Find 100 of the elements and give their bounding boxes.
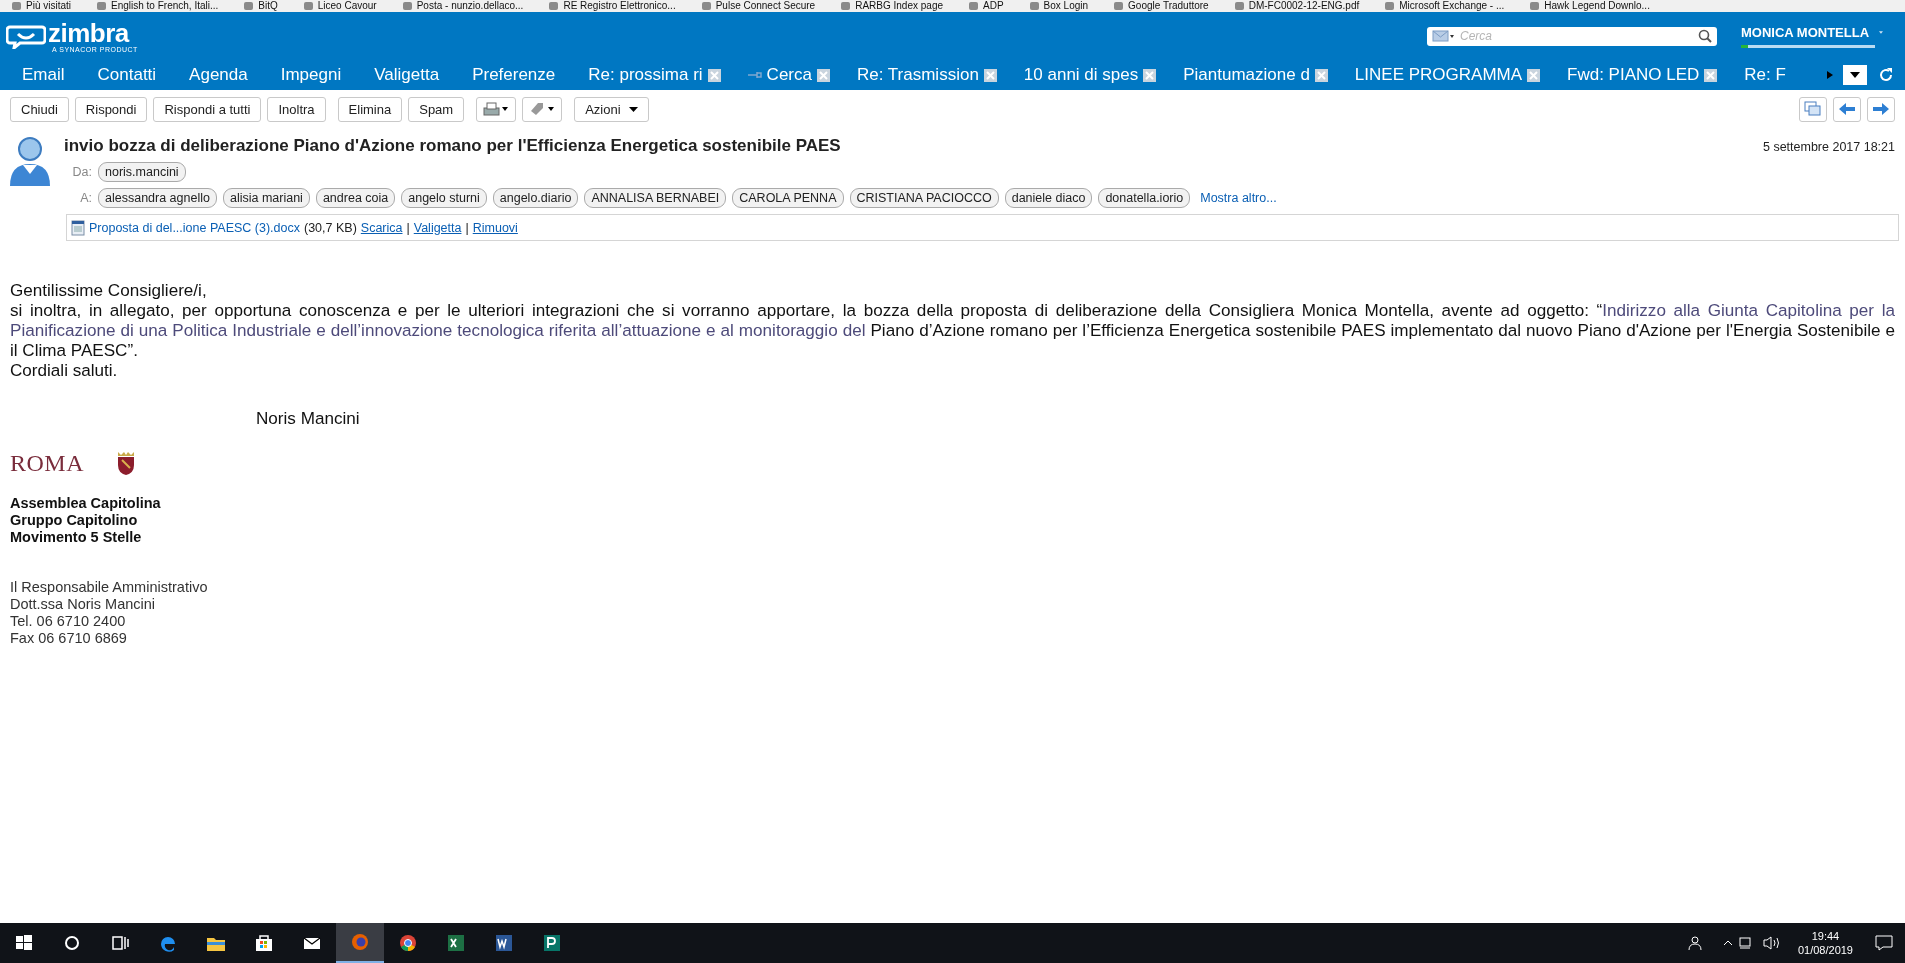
bookmark[interactable]: Liceo Cavour — [303, 0, 377, 12]
message-tab[interactable]: Fwd: PIANO LED — [1567, 65, 1700, 85]
message-tab[interactable]: LINEE PROGRAMMA — [1354, 65, 1523, 85]
close-icon[interactable] — [707, 68, 721, 82]
refresh-icon[interactable] — [1877, 66, 1895, 84]
bookmark[interactable]: Posta - nunzio.dellaco... — [402, 0, 524, 12]
crest-icon — [116, 450, 136, 476]
caret-icon[interactable] — [1879, 29, 1883, 35]
toolbar-button[interactable]: Rispondi a tutti — [153, 96, 262, 122]
windows-icon — [1804, 101, 1822, 117]
attachment-link[interactable]: Proposta di del...ione PAESC (3).docx — [89, 220, 300, 235]
close-icon[interactable] — [983, 68, 997, 82]
message-paragraph: si inoltra, in allegato, per opportuna conoscenza e per le ulteriori integrazioni che si vorranno apportare, la bozza della proposta di deliberazione della Consigliera Monica Montella, avente ad oggetto: “Indirizzo alla Giunta Capitolina per la Pianificazione di una Politica Industriale e dell’innovazione tecnologica riferita all’attuazione e al monitoraggio del Piano d’Azione romano per l’Efficienza Energetica sostenibile PAES implementato dal nuovo Piano d'Azione per l'Energia Sostenibile e il Clima PAESC”. — [10, 301, 1895, 361]
close-icon[interactable] — [1527, 68, 1541, 82]
attachment-size: (30,7 KB) — [304, 220, 357, 235]
tag-menu-button[interactable] — [522, 96, 563, 122]
show-more-link[interactable]: Mostra altro... — [1200, 191, 1277, 205]
recipient-chip[interactable]: CAROLA PENNA — [732, 188, 844, 208]
separator: | — [465, 220, 469, 235]
more-tabs-icon[interactable] — [1827, 71, 1833, 79]
signature-line: Il Responsabile Amministrativo — [10, 579, 209, 596]
close-icon[interactable] — [1143, 68, 1157, 82]
bookmark[interactable]: DM-FC0002-12-ENG.pdf — [1234, 0, 1360, 12]
separator: | — [406, 220, 410, 235]
roma-logo-text: ROMA — [10, 449, 84, 477]
app-tab[interactable]: Valigetta — [374, 65, 440, 85]
sender-chip[interactable]: noris.mancini — [98, 162, 186, 182]
attachment-action-link[interactable]: Scarica — [360, 220, 403, 235]
recipient-chip[interactable]: angelo sturni — [401, 188, 487, 208]
message-tab[interactable]: Re: prossima ri — [588, 65, 703, 85]
bookmark[interactable]: Pulse Connect Secure — [701, 0, 816, 12]
tab-menu-button[interactable] — [1843, 65, 1867, 85]
logo-text: zimbra — [48, 19, 130, 46]
bookmark[interactable]: Hawk Legend Downlo... — [1530, 0, 1650, 12]
actions-menu-button[interactable]: Azioni — [574, 96, 649, 122]
bookmark[interactable]: Google Traduttore — [1114, 0, 1209, 12]
document-icon — [71, 219, 85, 236]
close-icon[interactable] — [1704, 68, 1718, 82]
message-tab[interactable]: Re: F — [1744, 65, 1786, 85]
signature-line: Tel. 06 6710 2400 — [10, 613, 127, 630]
toolbar-button[interactable]: Inoltra — [267, 96, 326, 122]
attachment-action-link[interactable]: Rimuovi — [472, 220, 518, 235]
recipient-chip[interactable]: angelo.diario — [492, 188, 579, 208]
app-tab[interactable]: Contatti — [97, 65, 157, 85]
recipient-chip[interactable]: ANNALISA BERNABEI — [584, 188, 727, 208]
signature-line: Dott.ssa Noris Mancini — [10, 596, 157, 613]
bookmark[interactable]: BitQ — [244, 0, 278, 12]
bookmark[interactable]: Più visitati — [12, 0, 71, 12]
signer-name: Noris Mancini — [256, 409, 361, 429]
close-icon[interactable] — [1314, 68, 1328, 82]
message-tab[interactable]: Re: Trasmission — [856, 65, 979, 85]
caret-icon — [1850, 72, 1860, 78]
recipient-chip[interactable]: andrea coia — [315, 188, 396, 208]
recipient-chip[interactable]: alisia mariani — [222, 188, 310, 208]
right-arrow-icon — [1872, 102, 1890, 116]
caret-icon — [628, 106, 638, 112]
logo-icon — [6, 23, 46, 49]
search-box[interactable]: Cerca — [1427, 26, 1717, 46]
closing-text: Cordiali saluti. — [10, 361, 119, 381]
previous-button[interactable] — [1833, 96, 1861, 122]
tray-icons[interactable] — [1721, 935, 1782, 951]
envelope-icon — [1432, 30, 1454, 42]
app-tab[interactable]: Email — [22, 65, 65, 85]
toolbar-button[interactable]: Rispondi — [74, 96, 148, 122]
recipient-chip[interactable]: daniele diaco — [1004, 188, 1093, 208]
signature-line: Movimento 5 Stelle — [10, 529, 143, 546]
to-label: A: — [79, 191, 92, 205]
recipient-chip[interactable]: donatella.iorio — [1098, 188, 1191, 208]
app-tab[interactable]: Preferenze — [472, 65, 556, 85]
message-tab[interactable]: Cerca — [766, 65, 812, 85]
clock-date[interactable]: 01/08/2019 — [1797, 943, 1853, 957]
greeting-text: Gentilissime Consigliere/i, — [10, 281, 208, 301]
bookmark[interactable]: Microsoft Exchange - ... — [1385, 0, 1505, 12]
attachment-action-link[interactable]: Valigetta — [413, 220, 462, 235]
print-menu-button[interactable] — [476, 96, 517, 122]
next-button[interactable] — [1867, 96, 1895, 122]
toolbar-button[interactable]: Chiudi — [10, 96, 69, 122]
printer-icon — [483, 102, 510, 116]
user-name[interactable]: MONICA MONTELLA — [1741, 24, 1870, 40]
bookmark[interactable]: RE Registro Elettronico... — [549, 0, 676, 12]
recipient-chip[interactable]: alessandra agnello — [98, 188, 217, 208]
message-date: 5 settembre 2017 18:21 — [1762, 140, 1895, 154]
bookmark[interactable]: RARBG Index page — [841, 0, 943, 12]
clock-time[interactable]: 19:44 — [1811, 929, 1840, 943]
app-tab[interactable]: Agenda — [189, 65, 248, 85]
toolbar-button[interactable]: Spam — [408, 96, 465, 122]
message-tab[interactable]: Piantumazione d — [1183, 65, 1310, 85]
bookmark[interactable]: ADP — [969, 0, 1004, 12]
close-icon[interactable] — [816, 68, 830, 82]
signature-line: Gruppo Capitolino — [10, 512, 139, 529]
message-tab[interactable]: 10 anni di spes — [1023, 65, 1139, 85]
firefox-taskbar-icon[interactable] — [336, 923, 384, 963]
toolbar-button[interactable]: Elimina — [337, 96, 403, 122]
bookmark[interactable]: English to French, Itali... — [97, 0, 219, 12]
recipient-chip[interactable]: CRISTIANA PACIOCCO — [849, 188, 999, 208]
app-tab[interactable]: Impegni — [280, 65, 342, 85]
notification-icon[interactable] — [1875, 935, 1893, 951]
search-icon[interactable] — [1698, 29, 1712, 43]
bookmark[interactable]: Box Login — [1029, 0, 1089, 12]
message-subject: invio bozza di deliberazione Piano d'Azione romano per l'Efficienza Energetica sostenibile PAES — [64, 136, 842, 156]
